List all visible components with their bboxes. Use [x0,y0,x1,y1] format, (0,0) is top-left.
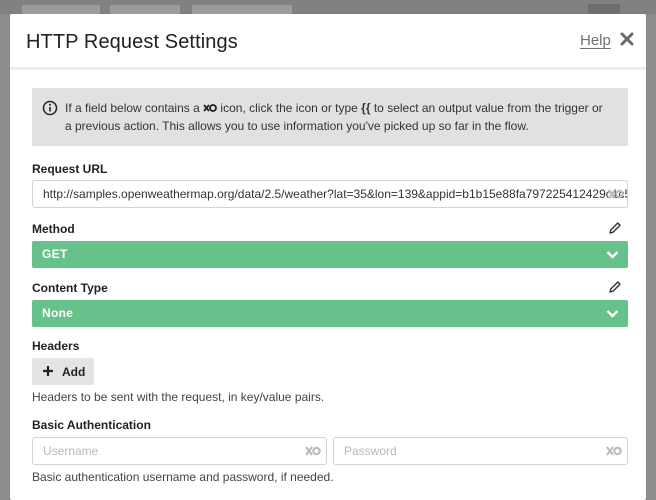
headers-help-text: Headers to be sent with the request, in … [32,390,325,404]
close-icon [620,32,634,46]
method-label: Method [32,222,75,236]
add-header-label: Add [62,365,86,379]
info-text-part: If a field below contains a [65,101,204,115]
help-link[interactable]: Help [580,32,611,49]
info-box: If a field below contains a icon, click … [32,88,628,146]
username-field[interactable] [32,437,327,465]
plus-icon [43,366,53,376]
link-icon[interactable] [606,445,622,457]
request-url-label: Request URL [32,162,108,176]
method-value: GET [42,247,68,261]
content-type-select[interactable]: None [32,300,628,327]
info-text: If a field below contains a icon, click … [65,99,610,135]
password-field[interactable] [333,437,628,465]
http-request-settings-dialog: HTTP Request Settings Help If a field be… [10,14,646,500]
chevron-down-icon [606,310,619,318]
request-url-value: http://samples.openweathermap.org/data/2… [43,187,628,201]
pencil-icon[interactable] [608,280,622,294]
chevron-down-icon [606,251,619,259]
link-icon[interactable] [305,445,321,457]
basic-auth-help-text: Basic authentication username and passwo… [32,470,334,484]
close-button[interactable] [618,29,636,49]
content-type-label: Content Type [32,281,108,295]
background-button [588,4,620,14]
dialog-header: HTTP Request Settings Help [10,14,646,70]
headers-label: Headers [32,339,80,353]
request-url-input[interactable]: http://samples.openweathermap.org/data/2… [32,180,628,208]
info-icon [42,100,58,116]
info-text-part: icon, click the icon or type [217,101,362,115]
dialog-title: HTTP Request Settings [26,31,238,53]
braces-token: {{ [361,101,371,115]
content-type-value: None [42,306,74,320]
link-icon[interactable] [608,188,624,200]
add-header-button[interactable]: Add [32,358,94,385]
pencil-icon[interactable] [608,221,622,235]
link-icon [203,104,217,112]
basic-auth-label: Basic Authentication [32,418,151,432]
method-select[interactable]: GET [32,241,628,268]
